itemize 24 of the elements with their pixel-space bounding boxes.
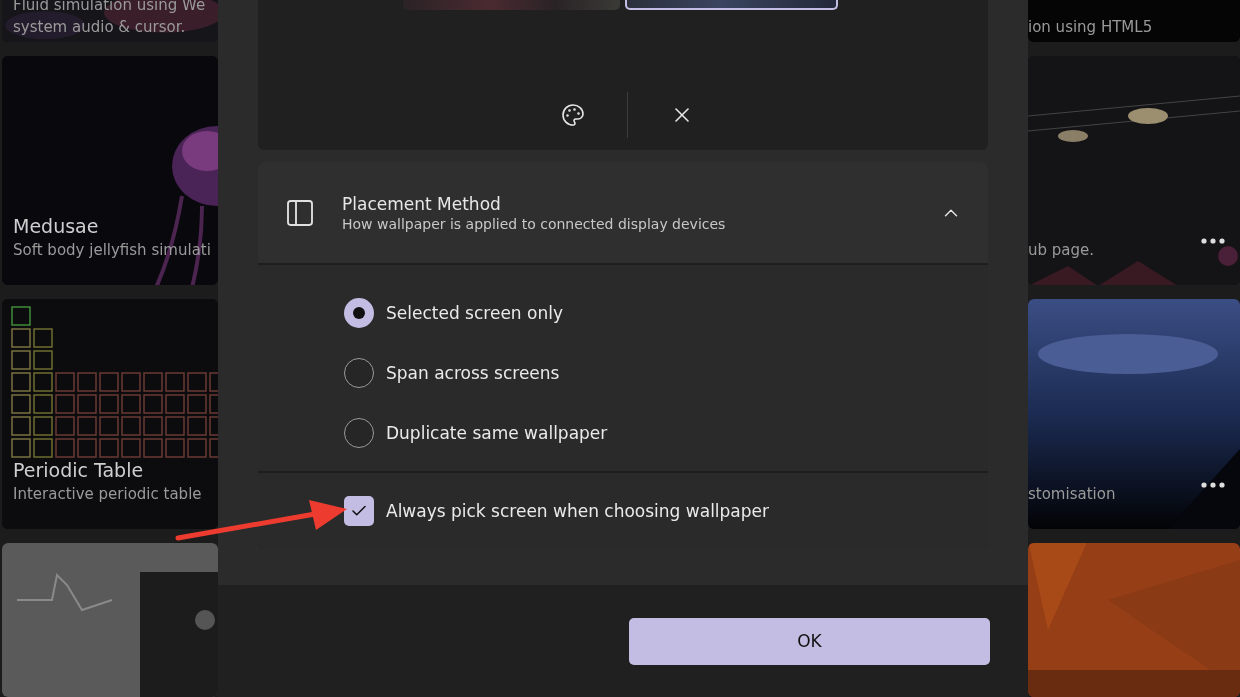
radio-button[interactable]: [344, 298, 374, 328]
checkbox[interactable]: [344, 496, 374, 526]
wallpaper-description: Soft body jellyfish simulati: [13, 241, 211, 259]
screen-thumbnail[interactable]: [625, 0, 838, 10]
wallpaper-description: ub page.: [1028, 241, 1095, 259]
expander-header[interactable]: Placement Method How wallpaper is applied to connected display devices: [258, 162, 988, 263]
wallpaper-description: system audio & cursor.: [13, 18, 186, 36]
wallpaper-description: Interactive periodic table: [13, 485, 202, 503]
option-label[interactable]: Span across screens: [386, 363, 560, 383]
radio-button[interactable]: [344, 418, 374, 448]
section-title: Placement Method: [342, 193, 501, 214]
option-label[interactable]: Duplicate same wallpaper: [386, 423, 608, 443]
more-icon[interactable]: [1200, 237, 1226, 245]
wallpaper-title: Medusae: [13, 215, 99, 237]
wallpaper-description: ion using HTML5: [1028, 18, 1153, 36]
ok-button[interactable]: OK: [629, 617, 990, 665]
section-subtitle: How wallpaper is applied to connected display devices: [342, 215, 726, 232]
wallpaper-description: stomisation: [1028, 485, 1116, 503]
option-label[interactable]: Selected screen only: [386, 303, 563, 323]
checkbox-label[interactable]: Always pick screen when choosing wallpaper: [386, 501, 770, 521]
more-icon[interactable]: [1200, 481, 1226, 489]
radio-button[interactable]: [344, 358, 374, 388]
screen-thumbnail[interactable]: [403, 0, 620, 10]
wallpaper-title: Periodic Table: [13, 459, 144, 481]
